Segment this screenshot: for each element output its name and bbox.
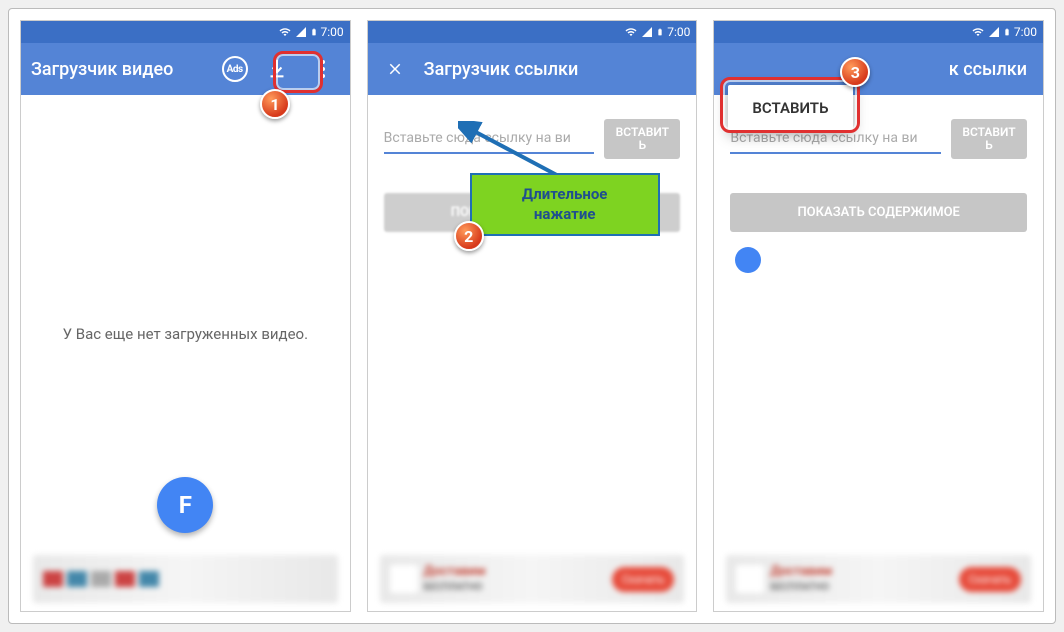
ads-icon[interactable]: Ads xyxy=(222,56,248,82)
app-title: Загрузчик видео xyxy=(31,59,210,80)
status-bar: 7:00 xyxy=(714,21,1043,43)
content-area: Вставьте сюда ссылку на ви ВСТАВИТ Ь ПОК… xyxy=(368,95,697,611)
status-bar: 7:00 xyxy=(368,21,697,43)
show-content-button[interactable]: ПОКАЗАТЬ СОДЕРЖИМОЕ xyxy=(384,193,681,232)
app-title: Загрузчик ссылки xyxy=(424,59,687,80)
paste-button[interactable]: ВСТАВИТ Ь xyxy=(951,119,1027,159)
empty-state-text: У Вас еще нет загруженных видео. xyxy=(21,325,350,343)
close-button[interactable] xyxy=(378,52,412,86)
phone-screen-1: 7:00 Загрузчик видео Ads У Вас еще нет з… xyxy=(20,20,351,612)
text-cursor-handle[interactable] xyxy=(735,247,761,273)
battery-icon xyxy=(656,25,664,39)
wifi-icon xyxy=(278,26,292,38)
fab-letter: F xyxy=(179,491,192,519)
content-area: У Вас еще нет загруженных видео. F xyxy=(21,95,350,611)
app-bar: Загрузчик ссылки xyxy=(368,43,697,95)
battery-icon xyxy=(310,25,318,39)
wifi-icon xyxy=(624,26,638,38)
download-button[interactable] xyxy=(260,52,294,86)
status-bar: 7:00 xyxy=(21,21,350,43)
wifi-icon xyxy=(971,26,985,38)
app-title-fragment: к ссылки xyxy=(770,59,1033,80)
ad-banner[interactable]: ДоставимБЕСПЛАТНО Скачать xyxy=(726,555,1031,603)
close-icon xyxy=(386,60,404,78)
signal-icon xyxy=(295,26,307,38)
status-time: 7:00 xyxy=(667,25,690,39)
paste-button[interactable]: ВСТАВИТ Ь xyxy=(604,119,680,159)
phone-screen-2: 7:00 Загрузчик ссылки Вставьте сюда ссыл… xyxy=(367,20,698,612)
signal-icon xyxy=(988,26,1000,38)
overflow-icon xyxy=(321,60,325,78)
app-bar: Загрузчик видео Ads xyxy=(21,43,350,95)
ad-banner[interactable] xyxy=(33,555,338,603)
show-content-button[interactable]: ПОКАЗАТЬ СОДЕРЖИМОЕ xyxy=(730,193,1027,232)
signal-icon xyxy=(641,26,653,38)
status-time: 7:00 xyxy=(1014,25,1037,39)
context-menu-paste[interactable]: ВСТАВИТЬ xyxy=(728,85,852,131)
phone-screen-3: 7:00 к ссылки Вставьте сюда ссылку на ви… xyxy=(713,20,1044,612)
overflow-menu-button[interactable] xyxy=(306,52,340,86)
url-input[interactable]: Вставьте сюда ссылку на ви xyxy=(384,124,595,154)
fab-button[interactable]: F xyxy=(157,477,213,533)
ad-banner[interactable]: ДоставимБЕСПЛАТНО Скачать xyxy=(380,555,685,603)
status-time: 7:00 xyxy=(321,25,344,39)
battery-icon xyxy=(1003,25,1011,39)
content-area: Вставьте сюда ссылку на ви ВСТАВИТ Ь ПОК… xyxy=(714,95,1043,611)
